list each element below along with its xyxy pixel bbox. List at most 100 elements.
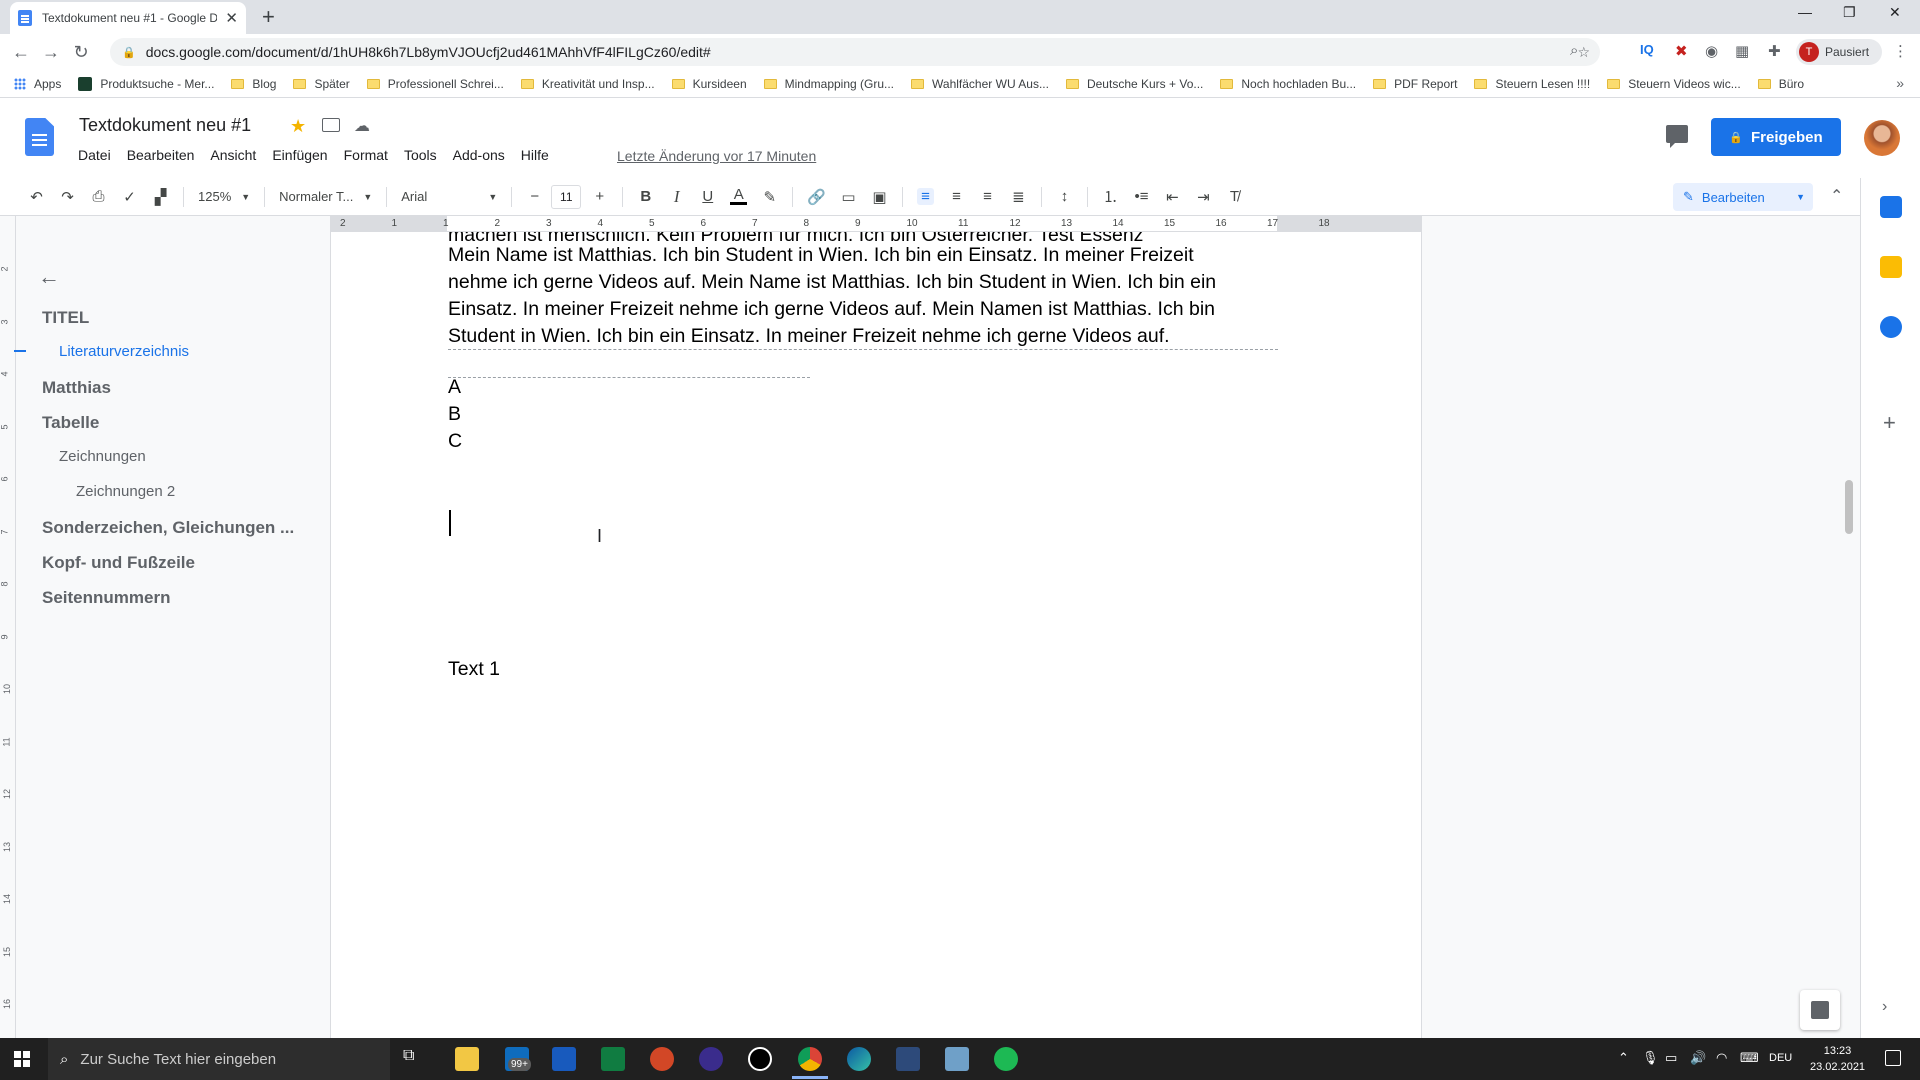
menu-einfuegen[interactable]: Einfügen xyxy=(272,147,327,163)
tasks-icon[interactable] xyxy=(1880,316,1902,338)
show-side-panel-icon[interactable]: › xyxy=(1882,998,1887,1016)
extension-blocker-icon[interactable]: ✖ xyxy=(1675,42,1688,60)
menu-tools[interactable]: Tools xyxy=(404,147,437,163)
menu-hilfe[interactable]: Hilfe xyxy=(521,147,549,163)
font-dropdown[interactable]: Arial ▼ xyxy=(401,189,497,204)
battery-icon[interactable]: ▭ xyxy=(1665,1050,1677,1066)
collapse-menus-icon[interactable]: ⌃ xyxy=(1830,186,1843,206)
notepad-icon[interactable] xyxy=(945,1047,969,1071)
outline-item-titel[interactable]: TITEL xyxy=(42,308,89,328)
minimize-icon[interactable]: — xyxy=(1798,4,1812,20)
document-page[interactable]: machen ist menschlich. Kein Problem für … xyxy=(330,232,1422,1038)
bookmark-folder[interactable]: Noch hochladen Bu... xyxy=(1220,77,1356,91)
tray-chevron-icon[interactable]: ⌃ xyxy=(1618,1050,1629,1066)
bookmark-folder[interactable]: Blog xyxy=(231,77,276,91)
bold-icon[interactable]: B xyxy=(637,188,654,205)
microphone-icon[interactable]: 🎙 xyxy=(1642,1050,1659,1066)
outline-item-seitennummern[interactable]: Seitennummern xyxy=(42,588,170,608)
menu-bearbeiten[interactable]: Bearbeiten xyxy=(127,147,195,163)
more-bookmarks-icon[interactable]: » xyxy=(1896,75,1904,91)
close-outline-icon[interactable]: ← xyxy=(38,264,60,290)
star-icon[interactable]: ★ xyxy=(290,116,306,137)
browser-tab[interactable]: Textdokument neu #1 - Google D ✕ xyxy=(10,2,246,34)
address-bar[interactable]: 🔒 docs.google.com/document/d/1hUH8k6h7Lb… xyxy=(110,38,1600,66)
link-icon[interactable]: 🔗 xyxy=(807,188,826,206)
bookmark-folder[interactable]: Professionell Schrei... xyxy=(366,77,504,91)
align-center-icon[interactable]: ≡ xyxy=(948,188,965,205)
add-addon-icon[interactable]: + xyxy=(1883,410,1896,436)
restore-icon[interactable]: ❐ xyxy=(1843,4,1856,21)
browser-menu-icon[interactable]: ⋮ xyxy=(1893,42,1908,60)
docs-logo-icon[interactable] xyxy=(25,118,54,156)
paint-format-icon[interactable]: ▞ xyxy=(152,188,169,206)
bookmark-folder[interactable]: Mindmapping (Gru... xyxy=(763,77,894,91)
comment-history-icon[interactable] xyxy=(1666,125,1688,148)
menu-format[interactable]: Format xyxy=(344,147,388,163)
keyboard-icon[interactable]: ⌨ xyxy=(1740,1050,1759,1066)
bookmark-folder[interactable]: Deutsche Kurs + Vo... xyxy=(1065,77,1203,91)
decrease-indent-icon[interactable]: ⇤ xyxy=(1164,188,1181,206)
highlight-icon[interactable]: ✎ xyxy=(761,188,778,206)
outline-item-sonderzeichen[interactable]: Sonderzeichen, Gleichungen ... xyxy=(42,518,294,538)
obs-icon[interactable] xyxy=(748,1047,772,1071)
zoom-icon[interactable]: ⌕ xyxy=(1570,42,1578,59)
app-icon[interactable] xyxy=(699,1047,723,1071)
last-edit-link[interactable]: Letzte Änderung vor 17 Minuten xyxy=(617,148,816,164)
explore-button[interactable] xyxy=(1800,990,1840,1030)
bookmark-item[interactable]: Produktsuche - Mer... xyxy=(78,76,214,91)
excel-icon[interactable] xyxy=(601,1047,625,1071)
chrome-icon[interactable] xyxy=(798,1047,822,1071)
bulleted-list-icon[interactable]: •≡ xyxy=(1133,188,1150,205)
font-size-input[interactable]: 11 xyxy=(551,184,582,209)
numbered-list-icon[interactable]: ⒈ xyxy=(1102,186,1119,207)
profile-button[interactable]: T Pausiert xyxy=(1796,39,1882,65)
editing-mode-dropdown[interactable]: ✎ Bearbeiten ▼ xyxy=(1673,183,1813,211)
decrease-font-size-icon[interactable]: − xyxy=(526,188,543,205)
bookmark-folder[interactable]: Kursideen xyxy=(671,77,747,91)
italic-icon[interactable]: I xyxy=(668,187,685,207)
bookmark-star-icon[interactable]: ☆ xyxy=(1577,44,1590,61)
outline-item-literaturverzeichnis[interactable]: Literaturverzeichnis xyxy=(59,343,189,360)
extension-abp-icon[interactable]: ◉ xyxy=(1705,42,1718,60)
line-spacing-icon[interactable]: ↕ xyxy=(1056,188,1073,205)
outline-item-zeichnungen[interactable]: Zeichnungen xyxy=(59,448,146,465)
reload-icon[interactable]: ↻ xyxy=(66,42,96,63)
move-folder-icon[interactable] xyxy=(322,118,340,132)
calendar-icon[interactable] xyxy=(1880,196,1902,218)
align-right-icon[interactable]: ≡ xyxy=(979,188,996,205)
app-window-icon[interactable] xyxy=(896,1047,920,1071)
menu-ansicht[interactable]: Ansicht xyxy=(210,147,256,163)
bookmark-folder[interactable]: PDF Report xyxy=(1373,77,1457,91)
menu-datei[interactable]: Datei xyxy=(78,147,111,163)
outline-item-kopf-fusszeile[interactable]: Kopf- und Fußzeile xyxy=(42,553,195,573)
justify-icon[interactable]: ≣ xyxy=(1010,188,1027,206)
user-avatar[interactable] xyxy=(1864,120,1900,156)
increase-indent-icon[interactable]: ⇥ xyxy=(1195,188,1212,206)
zoom-dropdown[interactable]: 125% ▼ xyxy=(198,189,250,204)
spellcheck-icon[interactable]: ✓ xyxy=(121,188,138,206)
extension-grid-icon[interactable]: ▦ xyxy=(1735,42,1749,60)
bookmark-folder[interactable]: Steuern Lesen !!!! xyxy=(1474,77,1590,91)
bookmark-folder[interactable]: Später xyxy=(293,77,350,91)
taskbar-clock[interactable]: 13:23 23.02.2021 xyxy=(1810,1043,1865,1075)
volume-icon[interactable]: 🔊 xyxy=(1690,1050,1706,1066)
forward-icon[interactable]: → xyxy=(36,42,66,63)
bookmark-apps[interactable]: Apps xyxy=(14,77,61,91)
keep-icon[interactable] xyxy=(1880,256,1902,278)
edge-icon[interactable] xyxy=(847,1047,871,1071)
task-view-icon[interactable]: ⧉ xyxy=(403,1047,427,1071)
redo-icon[interactable]: ↷ xyxy=(59,188,76,206)
spotify-icon[interactable] xyxy=(994,1047,1018,1071)
insert-image-icon[interactable]: ▣ xyxy=(871,188,888,206)
language-indicator[interactable]: DEU xyxy=(1769,1052,1792,1064)
outline-item-zeichnungen-2[interactable]: Zeichnungen 2 xyxy=(76,483,175,500)
bookmark-folder[interactable]: Büro xyxy=(1757,77,1804,91)
close-window-icon[interactable]: ✕ xyxy=(1889,4,1901,21)
share-button[interactable]: 🔒 Freigeben xyxy=(1711,118,1841,156)
document-scrollbar[interactable] xyxy=(1845,480,1853,534)
file-explorer-icon[interactable] xyxy=(455,1047,479,1071)
taskbar-search[interactable]: ⌕ Zur Suche Text hier eingeben xyxy=(48,1038,390,1080)
bookmark-folder[interactable]: Steuern Videos wic... xyxy=(1607,77,1741,91)
add-comment-icon[interactable]: ▭ xyxy=(840,188,857,206)
new-tab-icon[interactable]: + xyxy=(262,4,275,30)
